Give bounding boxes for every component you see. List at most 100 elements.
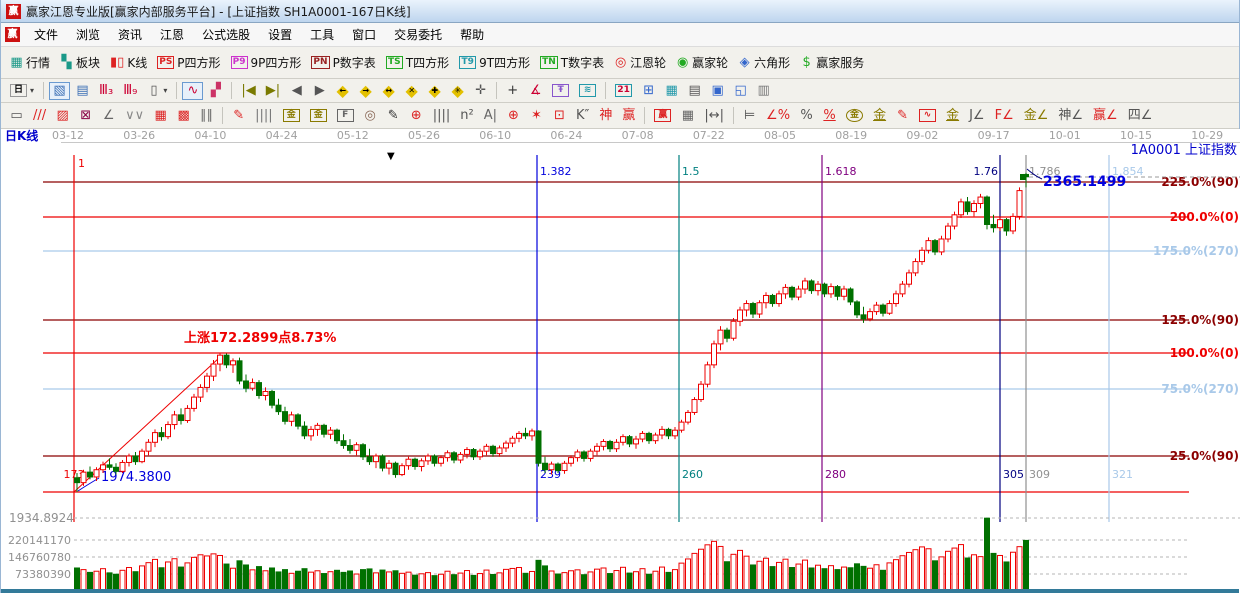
expand-tool[interactable]: ◆↔ [378, 82, 399, 100]
percent-line-tool[interactable]: % [819, 107, 840, 125]
calculator-tool[interactable]: ⊞ [638, 82, 659, 100]
v-line-tool[interactable]: ∨∨ [121, 107, 148, 125]
n2-tool[interactable]: n² [456, 107, 477, 125]
four-angle-tool[interactable]: 四∠ [1124, 107, 1157, 125]
next-button[interactable]: ▶ [309, 82, 330, 100]
kline-chart-canvas[interactable]: 03-1203-2604-1004-2405-1205-2606-1006-24… [1, 129, 1240, 593]
sectors-button[interactable]: ▚板块 [56, 52, 104, 73]
fan-box-tool[interactable]: ▨ [52, 107, 73, 125]
candle-body [972, 204, 977, 212]
menu-item[interactable]: 窗口 [343, 23, 385, 46]
gold-red-tool[interactable]: 金 [942, 107, 963, 125]
percent-tool[interactable]: % [796, 107, 817, 125]
menu-item[interactable]: 资讯 [109, 23, 151, 46]
first-button[interactable]: |◀ [237, 82, 259, 100]
menu-item[interactable]: 工具 [301, 23, 343, 46]
f-grid-tool[interactable]: F [333, 107, 358, 124]
count-lines-tool[interactable]: |||| [251, 107, 277, 125]
ying-tool[interactable]: 赢 [618, 107, 639, 125]
k-quote-tool[interactable]: K″ [572, 107, 593, 125]
capture-tool[interactable]: ◱ [730, 82, 751, 100]
calendar-tool[interactable]: 21 [611, 82, 636, 99]
grid-red-tool[interactable]: ▦ [150, 107, 171, 125]
grid2-tool[interactable]: ▦ [677, 107, 698, 125]
star-grid-tool[interactable]: ✶ [526, 107, 547, 125]
menu-item[interactable]: 江恩 [151, 23, 193, 46]
menu-item[interactable]: 设置 [259, 23, 301, 46]
percent-bars-tool[interactable]: ⊨ [739, 107, 760, 125]
text-tool[interactable]: Ŧ [548, 82, 573, 99]
compress-tool[interactable]: ◆✕ [401, 82, 422, 100]
gold-box-tool[interactable]: 金 [279, 107, 304, 124]
kline-button[interactable]: ▮▯K线 [106, 52, 151, 73]
wave-tool[interactable]: ≋ [575, 82, 600, 99]
fractal-tool[interactable]: ∿ [182, 82, 203, 100]
p-square-button[interactable]: PSP四方形 [153, 52, 224, 73]
t-number-button[interactable]: TNT数字表 [536, 52, 608, 73]
ying-box-tool[interactable]: 赢 [650, 107, 675, 124]
save-tool[interactable]: ▣ [707, 82, 728, 100]
ying-angle-tool[interactable]: 赢∠ [1089, 107, 1122, 125]
t-square-button[interactable]: TST四方形 [382, 52, 453, 73]
gann-wheel-button[interactable]: ◎江恩轮 [610, 52, 670, 73]
spiral-tool[interactable]: ◎ [360, 107, 381, 125]
table-tool[interactable]: ▦ [661, 82, 682, 100]
winner-service-button[interactable]: $赢家服务 [796, 52, 868, 73]
gold-circle-tool[interactable]: 金 [842, 107, 867, 124]
zoom-right-tool[interactable]: ◆→ [355, 82, 376, 100]
pattern-tool[interactable]: ▧ [49, 82, 70, 100]
pen-candle-tool[interactable]: ✎ [892, 107, 913, 125]
menu-item[interactable]: 文件 [25, 23, 67, 46]
t9-square-button[interactable]: T99T四方形 [455, 52, 534, 73]
pen2-tool[interactable]: ✎ [383, 107, 404, 125]
f-angle-tool[interactable]: F∠ [991, 107, 1018, 125]
last-button[interactable]: ▶| [262, 82, 284, 100]
pen-tool[interactable]: ✎ [228, 107, 249, 125]
fan-tool[interactable]: /// [29, 107, 50, 125]
pan-tool[interactable]: ✛ [470, 82, 491, 100]
grid-box-tool[interactable]: ▩ [173, 107, 194, 125]
hexagon-button[interactable]: ◈六角形 [734, 52, 794, 73]
shen-tool[interactable]: 神 [595, 107, 616, 125]
a-line-tool[interactable]: A| [480, 107, 501, 125]
restore-tool[interactable]: ◆✚ [424, 82, 445, 100]
box-target-tool[interactable]: ⊡ [549, 107, 570, 125]
chart-area[interactable]: 03-1203-2604-1004-2405-1205-2606-1006-24… [1, 129, 1240, 593]
bars3-tool[interactable]: Ⅲ₃ [95, 82, 117, 100]
width-measure-tool[interactable]: |↔| [700, 107, 728, 125]
parallel-tool[interactable]: ∥∥ [196, 107, 217, 125]
wave-box-tool[interactable]: ∿ [915, 107, 940, 124]
box-x-tool[interactable]: ⊠ [75, 107, 96, 125]
ruler-tool[interactable]: |||| [429, 107, 455, 125]
crosshair-tool[interactable]: + [502, 82, 523, 100]
winner-wheel-button[interactable]: ◉赢家轮 [672, 52, 732, 73]
angle-tool[interactable]: ∡ [525, 82, 546, 100]
candle-style-tool[interactable]: ▯▾ [143, 82, 171, 100]
target-tool[interactable]: ⊕ [503, 107, 524, 125]
angle-percent-tool[interactable]: ∠% [762, 107, 794, 125]
p9-square-button[interactable]: P99P四方形 [227, 52, 306, 73]
bars9-tool[interactable]: Ⅲ₉ [119, 82, 141, 100]
fit-tool[interactable]: ◆✳ [447, 82, 468, 100]
menu-item[interactable]: 帮助 [451, 23, 493, 46]
gold-line-tool[interactable]: 金 [869, 107, 890, 125]
menu-item[interactable]: 公式选股 [193, 23, 259, 46]
color-bar-tool[interactable]: ▞ [205, 82, 226, 100]
period-button[interactable]: 日▾ [6, 82, 38, 99]
shen-angle-tool[interactable]: 神∠ [1054, 107, 1087, 125]
gold-angle-tool[interactable]: 金∠ [1020, 107, 1053, 125]
menu-item[interactable]: 交易委托 [385, 23, 451, 46]
zoom-left-tool[interactable]: ◆← [332, 82, 353, 100]
print-tool[interactable]: ▥ [753, 82, 774, 100]
notes-tool[interactable]: ▤ [684, 82, 705, 100]
rect-tool[interactable]: ▭ [6, 107, 27, 125]
prev-button[interactable]: ◀ [286, 82, 307, 100]
gold-box2-tool[interactable]: 金 [306, 107, 331, 124]
info-tool[interactable]: ▤ [72, 82, 93, 100]
angle-line-tool[interactable]: ∠ [98, 107, 119, 125]
p-number-button[interactable]: PNP数字表 [307, 52, 379, 73]
circle-cross-tool[interactable]: ⊕ [406, 107, 427, 125]
menu-item[interactable]: 浏览 [67, 23, 109, 46]
j-angle-tool[interactable]: J∠ [965, 107, 989, 125]
quotes-button[interactable]: ▦行情 [6, 52, 54, 73]
